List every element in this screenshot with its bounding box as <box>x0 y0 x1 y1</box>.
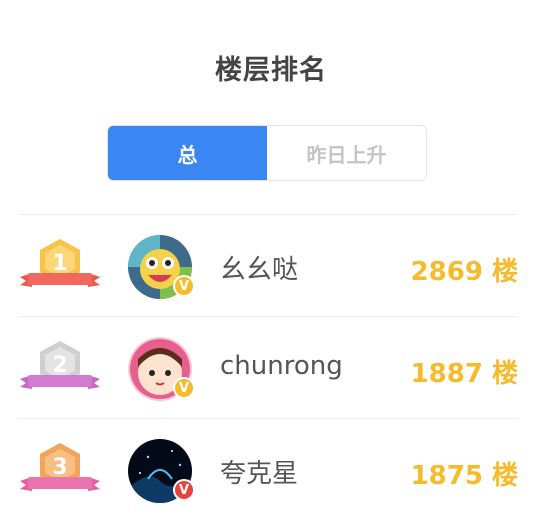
ranking-row[interactable]: 3 V 夸克星 1875 楼 <box>18 418 518 512</box>
ranking-row[interactable]: 1 V 幺幺哒 2869 楼 <box>18 214 518 316</box>
rank-number: 1 <box>52 251 67 276</box>
rank-gold-badge-icon: 1 <box>20 239 100 287</box>
floor-count: 1887 楼 <box>410 359 518 389</box>
page-title: 楼层排名 <box>215 55 327 86</box>
rank-silver-badge-icon: 2 <box>20 341 100 389</box>
rank-number: 3 <box>52 455 67 480</box>
ranking-tabs: 总 昨日上升 <box>107 125 427 181</box>
verified-v-icon: V <box>173 479 195 501</box>
verified-v-icon: V <box>173 275 195 297</box>
ranking-row[interactable]: 2 V chunrong 1887 楼 <box>18 316 518 418</box>
floor-count: 1875 楼 <box>410 461 518 491</box>
verified-v-icon: V <box>173 377 195 399</box>
floor-count: 2869 楼 <box>410 257 518 287</box>
username[interactable]: chunrong <box>220 351 343 381</box>
rank-number: 2 <box>52 353 67 378</box>
tab-yesterday-rise[interactable]: 昨日上升 <box>267 126 426 180</box>
username[interactable]: 夸克星 <box>220 453 298 490</box>
tab-total[interactable]: 总 <box>108 126 267 180</box>
ranking-list: 1 V 幺幺哒 2869 楼 2 V chunrong 1887 楼 3 V 夸… <box>18 214 518 512</box>
rank-bronze-badge-icon: 3 <box>20 443 100 491</box>
floor-ranking-panel: 楼层排名 总 昨日上升 1 V 幺幺哒 2869 楼 2 V chunrong … <box>0 0 542 512</box>
username[interactable]: 幺幺哒 <box>220 249 298 286</box>
